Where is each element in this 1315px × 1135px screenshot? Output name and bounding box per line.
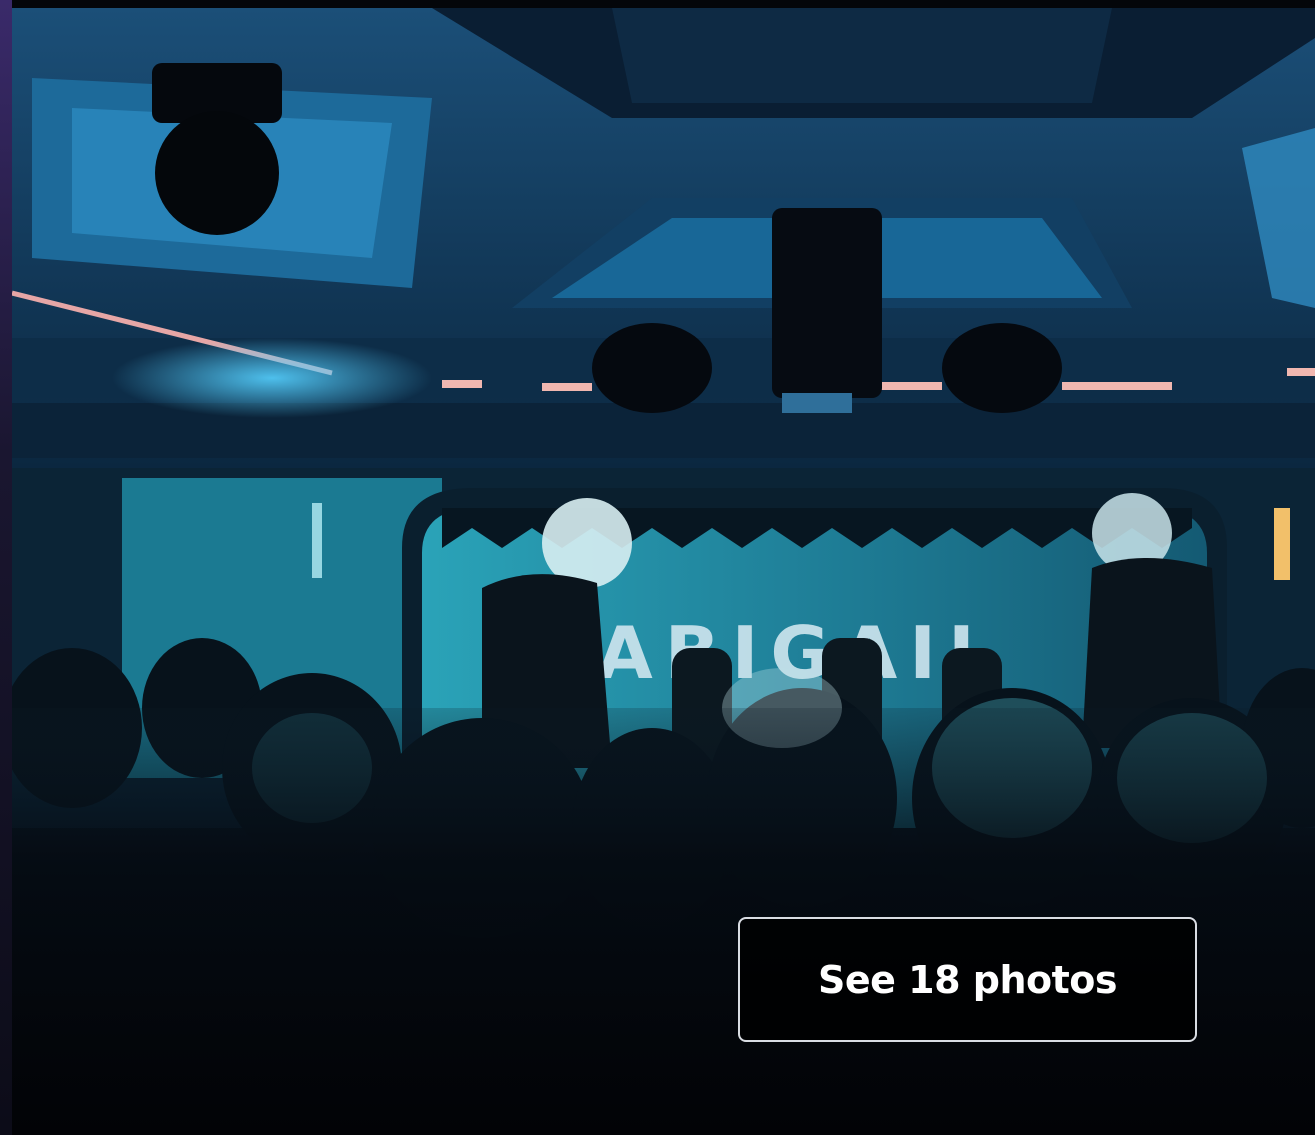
- see-all-photos-button[interactable]: See 18 photos: [738, 917, 1197, 1042]
- previous-photo-edge[interactable]: [0, 0, 12, 1135]
- venue-photo[interactable]: ABIGAIL See 18 photos: [12, 8, 1315, 1135]
- photo-gallery: ABIGAIL See 18 photos: [0, 0, 1315, 1135]
- see-all-photos-label: See 18 photos: [817, 957, 1118, 1002]
